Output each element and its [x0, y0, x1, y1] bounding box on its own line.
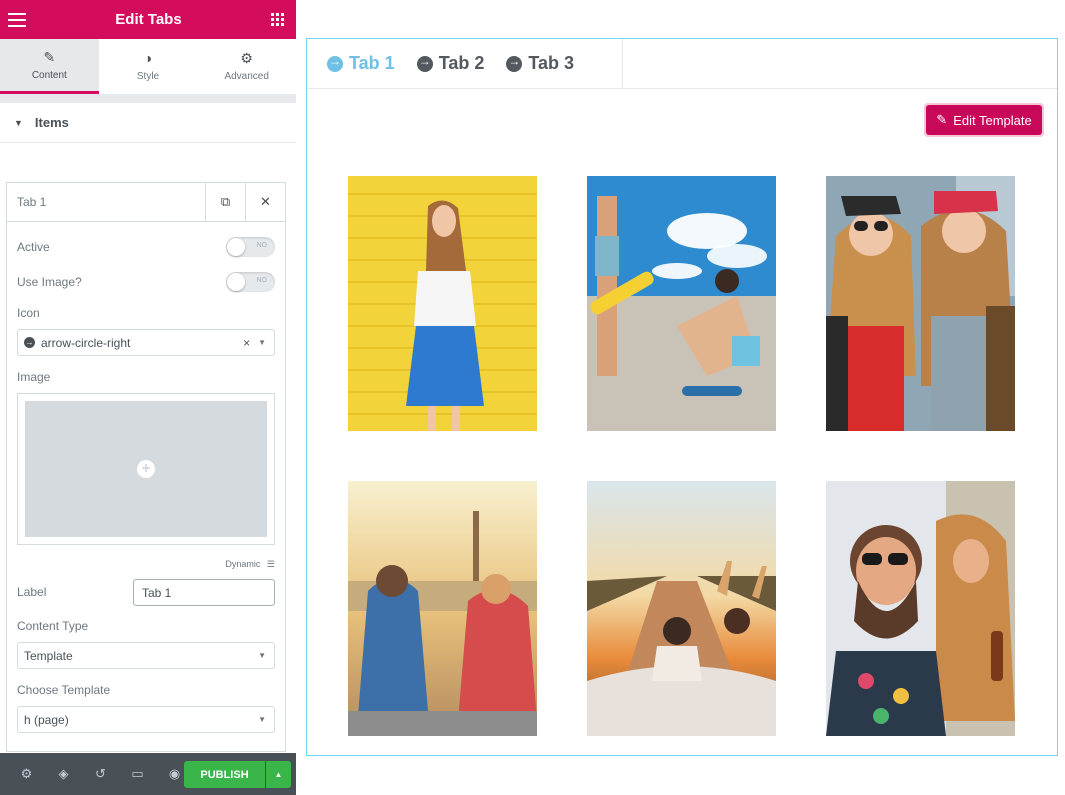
icon-select[interactable]: → arrow-circle-right × ▼	[17, 329, 275, 356]
close-icon[interactable]: ✕	[245, 183, 285, 221]
preview-tabs: Tab 1 Tab 2 Tab 3	[307, 39, 1057, 89]
chevron-down-icon: ▼	[258, 338, 266, 347]
dynamic-tags[interactable]: Dynamic ☰	[17, 559, 275, 570]
arrow-circle-right-icon	[506, 54, 523, 72]
tab-content[interactable]: ✎ Content	[0, 39, 99, 94]
gallery-image-4	[348, 481, 537, 736]
caret-down-icon: ▼	[14, 117, 23, 128]
control-choose-template-label: Choose Template	[17, 683, 111, 697]
edit-template-button[interactable]: ✎ Edit Template	[924, 103, 1044, 137]
toggle-knob	[227, 273, 245, 291]
clear-icon[interactable]: ×	[243, 336, 250, 350]
plus-icon: +	[137, 460, 155, 478]
image-placeholder[interactable]: +	[25, 401, 267, 537]
panel-header: Edit Tabs	[0, 0, 296, 39]
chevron-down-icon: ▼	[258, 651, 266, 660]
editor-panel: Edit Tabs ✎ Content ◑ Style ⚙ Advanced ▼…	[0, 0, 296, 795]
toggle-knob	[227, 238, 245, 256]
tab-label: Advanced	[224, 71, 269, 82]
gear-icon: ⚙	[240, 50, 253, 66]
history-icon[interactable]: ↺	[82, 766, 119, 782]
control-choose-template: h (page) ▼	[17, 706, 275, 733]
edit-template-label: Edit Template	[953, 112, 1032, 128]
tabs-widget-preview: Tab 1 Tab 2 Tab 3 ✎ Edit Template	[306, 38, 1058, 756]
arrow-circle-right-icon	[327, 54, 343, 72]
responsive-icon[interactable]: ▭	[119, 766, 156, 782]
publish-button[interactable]: PUBLISH	[184, 761, 265, 788]
panel-tabs: ✎ Content ◑ Style ⚙ Advanced	[0, 39, 296, 94]
gallery-image-5	[587, 481, 776, 736]
half-circle-icon: ◑	[143, 50, 153, 66]
gallery-image-2	[587, 176, 776, 431]
control-label: Use Image?	[17, 275, 82, 289]
control-use-image: Use Image? NO	[17, 272, 275, 292]
preview-tab-list: Tab 1 Tab 2 Tab 3	[307, 39, 623, 88]
layers-icon[interactable]: ◈	[45, 766, 82, 782]
settings-icon[interactable]: ⚙	[8, 766, 45, 782]
dynamic-label: Dynamic	[225, 559, 261, 569]
section-title: Items	[34, 115, 69, 130]
preview-tab-1[interactable]: Tab 1	[307, 39, 406, 88]
template-value: h (page)	[24, 712, 69, 727]
control-icon: → arrow-circle-right × ▼	[17, 329, 275, 356]
preview-tab-label: Tab 3	[528, 53, 575, 73]
use-image-toggle[interactable]: NO	[226, 272, 275, 292]
control-image: +	[17, 393, 275, 545]
gallery-image-6	[826, 481, 1015, 736]
toggle-state: NO	[256, 277, 268, 284]
tab-label: Style	[136, 71, 160, 82]
duplicate-icon[interactable]: ⧉	[205, 183, 245, 221]
chevron-down-icon: ▼	[258, 715, 266, 724]
database-icon: ☰	[266, 559, 275, 569]
panel-title: Edit Tabs	[115, 11, 182, 28]
repeater-item: Tab 1 ⧉ ✕ Active NO Use Image? NO Icon →…	[6, 182, 286, 752]
preview-tab-2[interactable]: Tab 2	[406, 39, 496, 88]
arrow-circle-right-icon: →	[24, 337, 35, 348]
template-select[interactable]: h (page) ▼	[17, 706, 275, 733]
control-icon-label: Icon	[17, 306, 40, 320]
tab-label: Content	[31, 69, 67, 81]
control-label: Label	[17, 585, 47, 599]
menu-icon[interactable]	[8, 12, 26, 27]
arrow-circle-right-icon	[416, 54, 433, 72]
control-active: Active NO	[17, 237, 275, 257]
image-chooser[interactable]: +	[17, 393, 275, 545]
widgets-grid-icon[interactable]	[271, 13, 284, 26]
gallery-image-1	[348, 176, 537, 431]
tab-style[interactable]: ◑ Style	[99, 39, 198, 94]
edit-template-inner: ✎ Edit Template	[926, 105, 1042, 135]
toggle-state: NO	[256, 242, 268, 249]
pencil-icon: ✎	[936, 112, 948, 127]
active-toggle[interactable]: NO	[226, 237, 275, 257]
gallery-image-3	[826, 176, 1015, 431]
control-content-type-label: Content Type	[17, 619, 89, 633]
preview-tab-label: Tab 1	[349, 53, 395, 73]
content-type-select[interactable]: Template ▼	[17, 642, 275, 669]
pencil-icon: ✎	[43, 48, 56, 65]
section-items-header[interactable]: ▼ Items	[0, 103, 296, 143]
icon-select-value: arrow-circle-right	[41, 335, 131, 350]
control-content-type: Template ▼	[17, 642, 275, 669]
publish-options-button[interactable]: ▲	[266, 761, 291, 788]
control-label: Active	[17, 240, 50, 254]
section-body	[0, 143, 296, 184]
tab-advanced[interactable]: ⚙ Advanced	[197, 39, 296, 94]
preview-tab-label: Tab 2	[438, 53, 485, 73]
content-type-value: Template	[24, 648, 73, 663]
label-input[interactable]: Tab 1	[133, 579, 275, 606]
control-image-label: Image	[17, 370, 51, 384]
panel-footer: ⚙ ◈ ↺ ▭ ◉ PUBLISH ▲	[0, 753, 296, 795]
repeater-item-header[interactable]: Tab 1 ⧉ ✕	[7, 183, 285, 222]
control-label-field: Label Tab 1	[17, 579, 275, 606]
repeater-item-title[interactable]: Tab 1	[7, 183, 205, 221]
preview-tab-3[interactable]: Tab 3	[495, 39, 585, 88]
